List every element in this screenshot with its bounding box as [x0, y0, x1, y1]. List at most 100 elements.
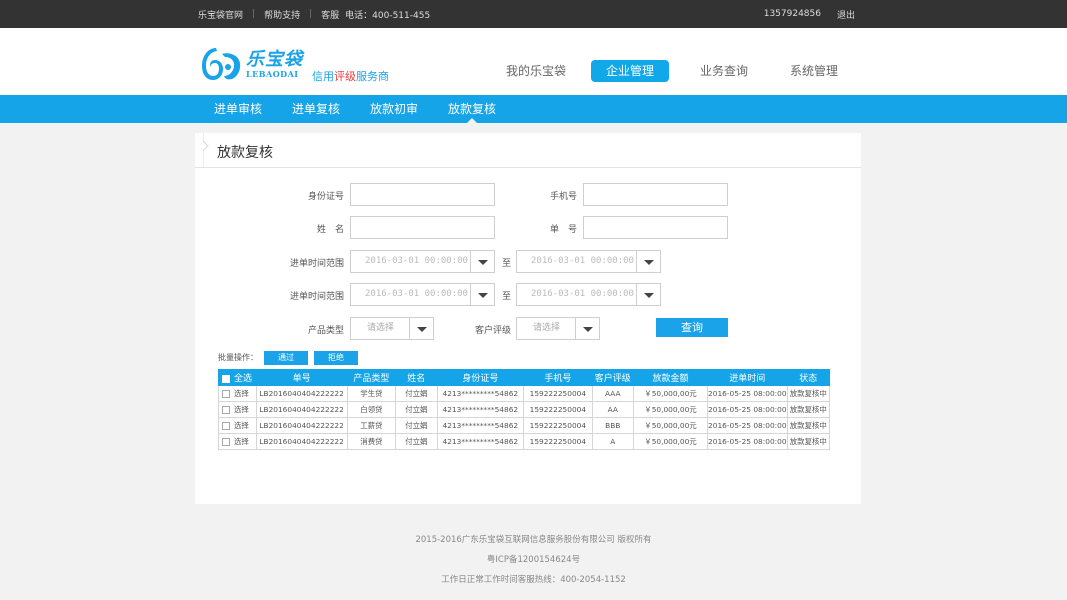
- chevron-down-icon[interactable]: [575, 318, 599, 339]
- date-range-label: 进单时间范围: [289, 259, 344, 269]
- customer-rating-select[interactable]: 请选择: [516, 317, 600, 340]
- nav-system-management[interactable]: 系统管理: [769, 60, 859, 82]
- table-cell: A: [591, 433, 634, 450]
- service-label: 客服: [321, 10, 340, 21]
- subnav-order-recheck[interactable]: 进单复核: [277, 95, 355, 123]
- table-cell: 4213*********54862: [436, 417, 525, 434]
- results-table: 全选 单号 产品类型 姓名 身份证号 手机号 客户评级 放款金额 进单时间 状态…: [218, 369, 831, 450]
- sub-nav: 进单审核 进单复核 放款初审 放款复核: [0, 95, 1067, 123]
- table-cell: 白领贷: [346, 401, 397, 418]
- chevron-down-icon[interactable]: [409, 318, 433, 339]
- subnav-loan-recheck[interactable]: 放款复核: [433, 95, 511, 123]
- table-cell: 付立娟: [395, 385, 438, 402]
- footer-copyright: 2015-2016广东乐宝袋互联网信息服务股份有限公司 版权所有: [415, 535, 652, 545]
- service-phone: 电话：400-511-455: [345, 10, 431, 21]
- column-header: 手机号: [523, 369, 593, 386]
- batch-label: 批量操作：: [218, 353, 258, 362]
- checkbox-icon[interactable]: [222, 422, 230, 430]
- table-cell: 159222250004: [523, 401, 593, 418]
- date-to-picker[interactable]: 2016-03-01 00:00:00: [516, 283, 661, 306]
- batch-actions: 批量操作： 通过 拒绝: [218, 350, 364, 365]
- panel-header: 放款复核: [195, 133, 861, 168]
- content-panel: 放款复核 身份证号 手机号 姓 名 单 号 进单时间范围 2016-03-01 …: [195, 133, 861, 504]
- table-cell: AA: [591, 401, 634, 418]
- header: 乐宝袋 LEBAODAI 信用评级服务商 我的乐宝袋 企业管理 业务查询 系统管…: [0, 28, 1067, 95]
- reject-button[interactable]: 拒绝: [314, 350, 358, 365]
- page-title: 放款复核: [217, 145, 273, 161]
- table-header-row: 全选 单号 产品类型 姓名 身份证号 手机号 客户评级 放款金额 进单时间 状态: [218, 369, 831, 386]
- chevron-down-icon[interactable]: [470, 284, 494, 305]
- official-site-link[interactable]: 乐宝袋官网: [198, 8, 243, 21]
- date-from-picker[interactable]: 2016-03-01 00:00:00: [350, 250, 495, 273]
- checkbox-icon[interactable]: [222, 406, 230, 414]
- approve-button[interactable]: 通过: [264, 350, 308, 365]
- id-number-input[interactable]: [350, 183, 495, 206]
- table-cell: BBB: [591, 417, 634, 434]
- table-cell: 付立娟: [395, 401, 438, 418]
- table-cell: 159222250004: [523, 417, 593, 434]
- name-input[interactable]: [350, 216, 495, 239]
- table-cell: 4213*********54862: [436, 401, 525, 418]
- table-cell: 学生贷: [346, 385, 397, 402]
- table-cell: LB2016040404222222: [255, 433, 348, 450]
- checkbox-icon[interactable]: [222, 438, 230, 446]
- table-cell: ￥50,000,00元: [632, 417, 709, 434]
- date-range-label: 进单时间范围: [289, 292, 344, 302]
- chevron-down-icon[interactable]: [470, 251, 494, 272]
- logo[interactable]: 乐宝袋 LEBAODAI 信用评级服务商: [198, 46, 398, 83]
- table-cell: ￥50,000,00元: [632, 385, 709, 402]
- row-select-cell[interactable]: 选择: [218, 401, 257, 418]
- table-row: 选择 LB2016040404222222 白领贷 付立娟 4213*********5…: [218, 401, 831, 418]
- column-header: 姓名: [395, 369, 438, 386]
- footer-icp: 粤ICP备1200154624号: [486, 555, 581, 565]
- chevron-down-icon[interactable]: [636, 284, 660, 305]
- query-button[interactable]: 查询: [656, 318, 728, 337]
- row-select-cell[interactable]: 选择: [218, 385, 257, 402]
- form-row-date-range-2: 进单时间范围 2016-03-01 00:00:00 至 2016-03-01 …: [195, 283, 861, 307]
- table-cell: LB2016040404222222: [255, 385, 348, 402]
- footer: 2015-2016广东乐宝袋互联网信息服务股份有限公司 版权所有 粤ICP备12…: [0, 516, 1067, 600]
- user-account[interactable]: 1357924856: [764, 9, 821, 19]
- subnav-order-review[interactable]: 进单审核: [199, 95, 277, 123]
- table-row: 选择 LB2016040404222222 消费贷 付立娟 4213*********5…: [218, 433, 831, 450]
- checkbox-icon[interactable]: [222, 390, 230, 398]
- table-cell: 付立娟: [395, 417, 438, 434]
- subnav-loan-first-review[interactable]: 放款初审: [355, 95, 433, 123]
- table-cell: LB2016040404222222: [255, 401, 348, 418]
- table-cell: 放款复核中: [786, 385, 831, 402]
- date-to-picker[interactable]: 2016-03-01 00:00:00: [516, 250, 661, 273]
- logout-link[interactable]: 退出: [837, 8, 855, 21]
- table-cell: AAA: [591, 385, 634, 402]
- column-header: 身份证号: [436, 369, 525, 386]
- checkbox-icon[interactable]: [222, 374, 230, 383]
- column-header: 产品类型: [346, 369, 397, 386]
- divider: |: [252, 9, 256, 19]
- table-cell: 2016-05-25 08:00:00: [707, 385, 788, 402]
- table-cell: 消费贷: [346, 433, 397, 450]
- date-from-picker[interactable]: 2016-03-01 00:00:00: [350, 283, 495, 306]
- nav-my-lebaodai[interactable]: 我的乐宝袋: [491, 60, 581, 82]
- nav-enterprise-management[interactable]: 企业管理: [591, 60, 669, 82]
- select-all-header[interactable]: 全选: [218, 369, 257, 386]
- footer-hotline: 工作日正常工作时间客服热线：400-2054-1152: [441, 575, 626, 585]
- main-nav: 我的乐宝袋 企业管理 业务查询 系统管理: [491, 60, 859, 82]
- form-row-product-rating: 产品类型 请选择 客户评级 请选择 查询: [195, 317, 861, 341]
- order-number-label: 单 号: [549, 225, 577, 235]
- row-select-cell[interactable]: 选择: [218, 417, 257, 434]
- table-cell: 放款复核中: [786, 417, 831, 434]
- form-row-date-range-1: 进单时间范围 2016-03-01 00:00:00 至 2016-03-01 …: [195, 250, 861, 274]
- nav-business-query[interactable]: 业务查询: [679, 60, 769, 82]
- help-link[interactable]: 帮助支持: [264, 8, 300, 21]
- order-number-input[interactable]: [583, 216, 728, 239]
- phone-input[interactable]: [583, 183, 728, 206]
- logo-slogan: 信用评级服务商: [312, 70, 389, 83]
- product-type-select[interactable]: 请选择: [350, 317, 434, 340]
- product-type-label: 产品类型: [307, 326, 344, 336]
- table-cell: LB2016040404222222: [255, 417, 348, 434]
- logo-text-cn: 乐宝袋: [246, 49, 303, 70]
- row-select-cell[interactable]: 选择: [218, 433, 257, 450]
- chevron-down-icon[interactable]: [636, 251, 660, 272]
- table-cell: 159222250004: [523, 433, 593, 450]
- table-cell: 放款复核中: [786, 433, 831, 450]
- customer-rating-label: 客户评级: [474, 326, 511, 336]
